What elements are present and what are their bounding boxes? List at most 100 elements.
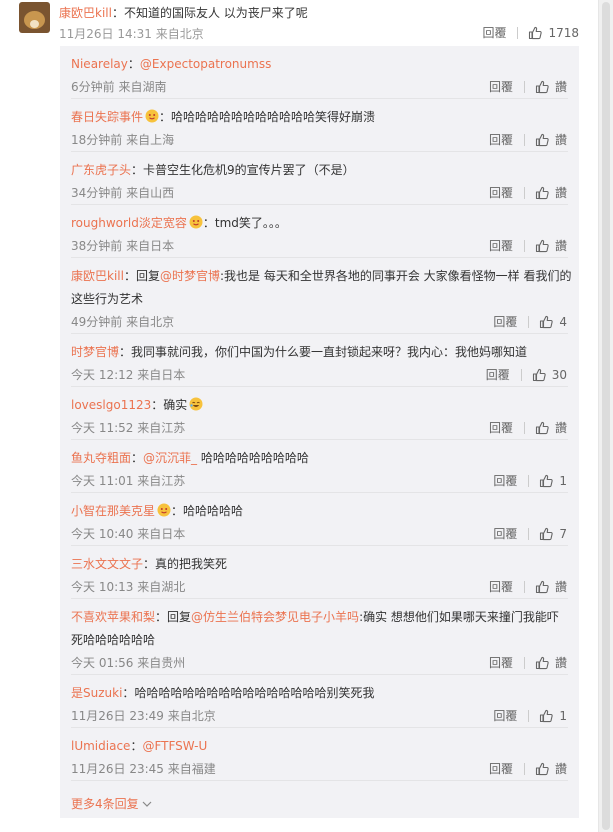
like-button[interactable]: 讚 <box>535 78 567 95</box>
comment-card: 康欧巴kill：不知道的国际友人 以为丧尸来了呢 11月26日 14:31 来自… <box>0 0 598 832</box>
like-button[interactable]: 1 <box>539 474 567 488</box>
reply-location: 来自湖南 <box>118 80 167 94</box>
reply-button[interactable]: 回覆 <box>489 419 513 436</box>
reply-meta: 11月26日 23:45 来自福建 <box>71 760 216 777</box>
reply-actions: 回覆 讚 <box>489 131 567 148</box>
mention-link[interactable]: @FTFSW-U <box>142 739 207 753</box>
like-label: 讚 <box>554 580 567 594</box>
reply-button[interactable]: 回覆 <box>493 472 517 489</box>
reply-line: 小智在那美克星 ：哈哈哈哈哈 <box>71 503 243 519</box>
reply-colon: ： <box>202 216 215 230</box>
reply-button[interactable]: 回覆 <box>493 525 517 542</box>
reply-time: 6分钟前 <box>71 80 115 94</box>
reply-meta: 今天 12:12 来自日本 <box>71 366 185 383</box>
like-count: 1 <box>559 473 567 488</box>
reply-user-link[interactable]: 是Suzuki <box>71 686 122 700</box>
reply-colon: ： <box>171 504 184 518</box>
root-actions: 回覆 1718 <box>482 24 579 41</box>
like-count: 1 <box>559 708 567 723</box>
reply-prefix: 回复 <box>167 610 192 624</box>
more-replies-link[interactable]: 更多4条回复 <box>71 795 152 812</box>
reply-button[interactable]: 回覆 <box>493 707 517 724</box>
like-button[interactable]: 讚 <box>535 419 567 436</box>
like-button[interactable]: 30 <box>532 368 567 382</box>
reply-actions: 回覆 讚 <box>489 654 567 671</box>
like-button[interactable]: 讚 <box>535 131 567 148</box>
action-divider <box>528 527 530 540</box>
root-like-button[interactable]: 1718 <box>528 26 579 40</box>
reply-user-link[interactable]: Niearelay <box>71 57 128 71</box>
reply-meta: 34分钟前 来自山西 <box>71 184 174 201</box>
reply-button[interactable]: 回覆 <box>489 578 513 595</box>
reply-user-link[interactable]: loveslgo1123 <box>71 398 151 412</box>
like-label: 讚 <box>554 133 567 147</box>
like-button[interactable]: 7 <box>539 527 567 541</box>
root-reply-button[interactable]: 回覆 <box>482 24 506 41</box>
reply-divider <box>71 439 568 440</box>
reply-text: 哈哈哈哈哈哈哈哈哈哈哈哈笑得好崩溃 <box>171 110 376 124</box>
reply-text: 确实 <box>163 398 188 412</box>
reply-user-link[interactable]: 不喜欢苹果和梨 <box>71 610 155 624</box>
avatar[interactable] <box>19 2 50 33</box>
root-location: 来自北京 <box>155 27 204 41</box>
reply-button[interactable]: 回覆 <box>486 366 510 383</box>
scrollbar[interactable] <box>598 0 613 832</box>
like-button[interactable]: 讚 <box>535 760 567 777</box>
thumbs-up-icon <box>535 239 549 253</box>
reply-text: :我也是 每天和全世界各地的同事开会 大家像看怪物一样 看我们的 <box>220 269 572 283</box>
reply-button[interactable]: 回覆 <box>489 654 513 671</box>
reply-colon: ： <box>155 610 168 624</box>
like-button[interactable]: 讚 <box>535 578 567 595</box>
reply-meta: 6分钟前 来自湖南 <box>71 78 166 95</box>
reply-divider <box>71 257 568 258</box>
action-divider <box>523 421 525 434</box>
action-divider <box>523 656 525 669</box>
mention-link[interactable]: @仿生兰伯特会梦见电子小羊吗 <box>191 610 359 624</box>
reply-button[interactable]: 回覆 <box>493 313 517 330</box>
reply-button[interactable]: 回覆 <box>489 131 513 148</box>
mention-link[interactable]: @时梦官博 <box>160 269 220 283</box>
root-user-link[interactable]: 康欧巴kill <box>59 6 112 20</box>
replies-panel: Niearelay：@Expectopatronumss 6分钟前 来自湖南 回覆讚… <box>60 46 579 818</box>
reply-user-link[interactable]: roughworld淡定宽容 <box>71 216 187 230</box>
reply-user-link[interactable]: 鱼丸夺粗面 <box>71 451 131 465</box>
mention-link[interactable]: @沉沉菲_ <box>143 451 197 465</box>
reply-button[interactable]: 回覆 <box>489 760 513 777</box>
reply-actions: 回覆 讚 <box>489 760 567 777</box>
reply-colon: ： <box>131 163 144 177</box>
reply-button[interactable]: 回覆 <box>489 184 513 201</box>
root-time: 11月26日 14:31 <box>59 27 152 41</box>
reply-user-link[interactable]: 春日失踪事件 <box>71 110 143 124</box>
thumbs-up-icon <box>535 656 549 670</box>
reply-actions: 回覆 1 <box>493 707 567 724</box>
reply-actions: 回覆 7 <box>493 525 567 542</box>
reply-user-link[interactable]: 广东虎子头 <box>71 163 131 177</box>
like-button[interactable]: 1 <box>539 709 567 723</box>
reply-colon: ： <box>151 398 164 412</box>
reply-colon: ： <box>123 269 136 283</box>
reply-line: 鱼丸夺粗面：@沉沉菲_ 哈哈哈哈哈哈哈哈哈 <box>71 450 309 466</box>
reply-button[interactable]: 回覆 <box>489 78 513 95</box>
like-button[interactable]: 4 <box>539 315 567 329</box>
action-divider <box>523 580 525 593</box>
like-button[interactable]: 讚 <box>535 184 567 201</box>
reply-button[interactable]: 回覆 <box>489 237 513 254</box>
scrollbar-thumb[interactable] <box>602 2 610 830</box>
reply-meta: 今天 10:40 来自日本 <box>71 525 185 542</box>
reply-line: 春日失踪事件 ：哈哈哈哈哈哈哈哈哈哈哈哈笑得好崩溃 <box>71 109 375 125</box>
reply-user-link[interactable]: 时梦官博 <box>71 345 119 359</box>
reply-location: 来自北京 <box>167 709 216 723</box>
reply-colon: ： <box>130 739 143 753</box>
mention-link[interactable]: @Expectopatronumss <box>140 57 271 71</box>
reply-location: 来自日本 <box>126 239 175 253</box>
reply-user-link[interactable]: 康欧巴kill <box>71 269 124 283</box>
reply-actions: 回覆 讚 <box>489 419 567 436</box>
action-divider <box>523 239 525 252</box>
reply-user-link[interactable]: 三水文文文子 <box>71 557 143 571</box>
reply-user-link[interactable]: 小智在那美克星 <box>71 504 155 518</box>
reply-line: lUmidiace：@FTFSW-U <box>71 738 207 754</box>
like-button[interactable]: 讚 <box>535 654 567 671</box>
reply-user-link[interactable]: lUmidiace <box>71 739 130 753</box>
reply-divider <box>71 151 568 152</box>
like-button[interactable]: 讚 <box>535 237 567 254</box>
